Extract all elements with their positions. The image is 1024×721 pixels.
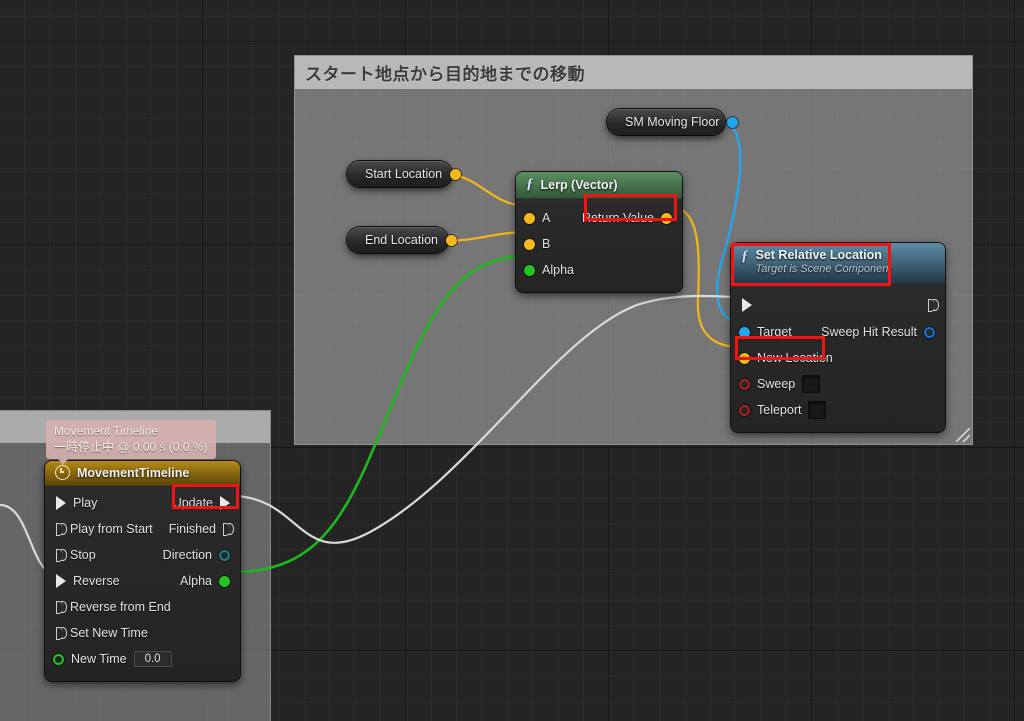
srl-input-sweep-label: Sweep xyxy=(757,377,796,391)
mt-input-set-new-time-label: Set New Time xyxy=(70,626,148,640)
lerp-row-alpha: Alpha xyxy=(516,257,682,283)
srl-input-teleport-checkbox[interactable] xyxy=(808,401,827,419)
mt-row-set-new-time: Set New Time xyxy=(45,620,240,646)
srl-output-sweep-hit-result-pin[interactable] xyxy=(924,326,935,338)
lerp-node-header[interactable]: ƒ Lerp (Vector) xyxy=(516,172,682,199)
srl-row-new-location: New Location xyxy=(731,345,945,371)
mt-input-stop-pin[interactable] xyxy=(56,548,67,562)
lerp-input-a-pin[interactable] xyxy=(524,212,535,224)
mt-row-stop-direction: Stop Direction xyxy=(45,542,240,568)
set-relative-location-subtitle: Target is Scene Component xyxy=(755,263,892,275)
end-location-label: End Location xyxy=(365,233,438,247)
mt-output-alpha-label: Alpha xyxy=(180,574,212,588)
lerp-node-title: Lerp (Vector) xyxy=(540,177,618,192)
srl-input-sweep-checkbox[interactable] xyxy=(802,375,821,393)
srl-input-new-location-label: New Location xyxy=(757,351,833,365)
set-relative-location-body: Target Sweep Hit Result New Location Swe… xyxy=(731,283,945,432)
mt-output-finished-pin[interactable] xyxy=(223,522,234,536)
mt-output-alpha-pin[interactable] xyxy=(219,575,230,587)
lerp-row-b: B xyxy=(516,231,682,257)
mt-input-set-new-time-pin[interactable] xyxy=(56,626,67,640)
movement-timeline-header[interactable]: MovementTimeline xyxy=(45,461,240,486)
sm-moving-floor-output-pin[interactable] xyxy=(727,116,739,128)
set-relative-location-header[interactable]: ƒ Set Relative Location Target is Scene … xyxy=(731,243,945,283)
srl-exec-out-pin[interactable] xyxy=(928,298,939,312)
lerp-output-return-value-label: Return Value xyxy=(581,211,654,225)
mt-row-reverse-from-end: Reverse from End xyxy=(45,594,240,620)
start-location-output-pin[interactable] xyxy=(450,168,462,180)
lerp-row-a: A Return Value xyxy=(516,205,682,231)
srl-output-sweep-hit-result-label: Sweep Hit Result xyxy=(821,325,917,339)
mt-input-new-time-pin[interactable] xyxy=(53,653,64,665)
mt-row-play-update: Play Update xyxy=(45,490,240,516)
mt-input-play-label: Play xyxy=(73,496,98,510)
mt-input-stop-label: Stop xyxy=(70,548,96,562)
mt-row-playfromstart-finished: Play from Start Finished xyxy=(45,516,240,542)
mt-output-direction-pin[interactable] xyxy=(219,549,230,561)
mt-output-update-label: Update xyxy=(172,496,213,510)
srl-input-target-pin[interactable] xyxy=(739,326,750,338)
mt-input-play-from-start-pin[interactable] xyxy=(56,522,67,536)
set-relative-location-title: Set Relative Location xyxy=(755,248,882,262)
comment-resize-grip[interactable] xyxy=(956,428,970,442)
movement-timeline-body: Play Update Play from Start Finished Sto… xyxy=(45,486,240,681)
mt-output-direction-label: Direction xyxy=(162,548,212,562)
srl-input-target-label: Target xyxy=(757,325,792,339)
srl-input-new-location-pin[interactable] xyxy=(739,352,750,364)
mt-input-reverse-from-end-pin[interactable] xyxy=(56,600,67,614)
srl-row-sweep: Sweep xyxy=(731,371,945,397)
clock-icon xyxy=(55,465,70,480)
node-set-relative-location[interactable]: ƒ Set Relative Location Target is Scene … xyxy=(731,243,945,432)
srl-exec-in-pin[interactable] xyxy=(742,298,752,312)
node-movement-timeline[interactable]: MovementTimeline Play Update Play from S… xyxy=(45,461,240,681)
lerp-node-body: A Return Value B Alpha xyxy=(516,199,682,292)
node-lerp-vector[interactable]: ƒ Lerp (Vector) A Return Value B Alpha xyxy=(516,172,682,292)
mt-input-reverse-from-end-label: Reverse from End xyxy=(70,600,171,614)
node-sm-moving-floor[interactable]: SM Moving Floor xyxy=(607,109,739,135)
mt-input-new-time-label: New Time xyxy=(71,652,127,666)
comment-header-main[interactable]: スタート地点から目的地までの移動 xyxy=(295,56,972,89)
srl-input-sweep-pin[interactable] xyxy=(739,378,750,390)
mt-input-reverse-label: Reverse xyxy=(73,574,120,588)
tooltip-line-1: Movement Timeline xyxy=(54,424,159,438)
lerp-input-alpha-pin[interactable] xyxy=(524,264,535,276)
srl-row-teleport: Teleport xyxy=(731,397,945,423)
node-start-location[interactable]: Start Location xyxy=(347,161,462,187)
sm-moving-floor-label: SM Moving Floor xyxy=(625,115,720,129)
start-location-label: Start Location xyxy=(365,167,443,181)
function-f-icon: ƒ xyxy=(741,248,749,264)
mt-output-update-pin[interactable] xyxy=(220,496,230,510)
lerp-input-alpha-label: Alpha xyxy=(542,263,574,277)
comment-title-main: スタート地点から目的地までの移動 xyxy=(305,65,585,84)
movement-timeline-title: MovementTimeline xyxy=(77,465,190,480)
movement-timeline-tooltip: Movement Timeline 一時停止中 @ 0.00 s (0.0 %) xyxy=(46,420,216,466)
srl-input-teleport-pin[interactable] xyxy=(739,404,750,416)
lerp-input-b-pin[interactable] xyxy=(524,238,535,250)
tooltip-line-2: 一時停止中 @ 0.00 s (0.0 %) xyxy=(54,440,208,455)
srl-row-target: Target Sweep Hit Result xyxy=(731,319,945,345)
node-end-location[interactable]: End Location xyxy=(347,227,457,253)
lerp-output-return-value-pin[interactable] xyxy=(661,212,672,224)
lerp-input-a-label: A xyxy=(542,211,551,225)
blueprint-graph-canvas[interactable]: スタート地点から目的地までの移動 SM Moving Floor Start L… xyxy=(0,0,1024,721)
end-location-output-pin[interactable] xyxy=(445,234,457,246)
mt-output-finished-label: Finished xyxy=(168,522,216,536)
mt-row-reverse-alpha: Reverse Alpha xyxy=(45,568,240,594)
mt-input-play-from-start-label: Play from Start xyxy=(70,522,153,536)
function-f-icon: ƒ xyxy=(526,176,534,192)
mt-input-reverse-pin[interactable] xyxy=(56,574,66,588)
lerp-input-b-label: B xyxy=(542,237,551,251)
srl-input-teleport-label: Teleport xyxy=(757,403,802,417)
mt-input-play-pin[interactable] xyxy=(56,496,66,510)
mt-row-new-time: New Time 0.0 xyxy=(45,646,240,672)
mt-input-new-time-value[interactable]: 0.0 xyxy=(133,651,172,667)
srl-row-exec xyxy=(731,291,945,319)
